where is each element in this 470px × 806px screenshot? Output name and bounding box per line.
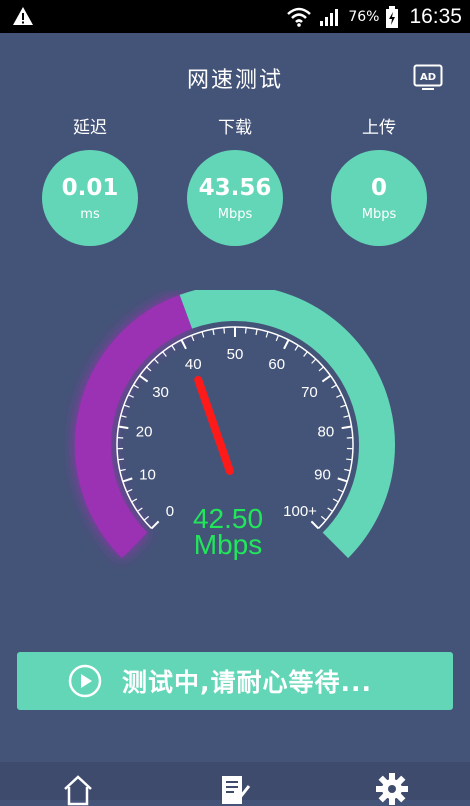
testing-status-label: 测试中,请耐心等待...	[122, 663, 372, 699]
gauge-tick	[342, 427, 352, 429]
gauge-tick	[304, 352, 308, 357]
gauge-tick	[121, 416, 127, 417]
gauge-tick	[346, 459, 352, 460]
gauge-tick	[338, 489, 344, 491]
gauge-tick	[146, 367, 151, 371]
gauge-tick	[266, 332, 268, 338]
page-title: 网速测试	[0, 62, 470, 94]
gauge-tick	[120, 469, 126, 470]
gauge-tick-label: 30	[152, 384, 169, 401]
gauge-tick	[328, 508, 333, 511]
gauge-tick-label: 90	[314, 466, 331, 483]
gauge-tick-label: 20	[136, 424, 153, 441]
gauge-tick	[118, 427, 128, 429]
upload-circle: 0 Mbps	[331, 150, 427, 246]
gauge-tick	[144, 516, 149, 520]
download-unit: Mbps	[218, 207, 253, 222]
latency-unit: ms	[80, 207, 99, 222]
wifi-icon	[286, 6, 312, 28]
home-icon[interactable]	[61, 772, 95, 806]
gauge-tick-label: 70	[301, 384, 318, 401]
download-metric: 下载 43.56 Mbps	[180, 113, 290, 246]
gauge-tick-label: 50	[227, 346, 244, 363]
gauge-tick	[343, 416, 349, 417]
gauge-tick	[331, 385, 336, 388]
gauge-tick	[311, 521, 318, 528]
gauge-tick	[338, 478, 348, 481]
gauge-readout-unit: Mbps	[194, 529, 262, 560]
gauge-tick	[246, 328, 247, 334]
download-label: 下载	[180, 113, 290, 138]
gauge-tick	[340, 405, 346, 407]
gauge-tick	[124, 405, 130, 407]
gauge-tick	[133, 385, 138, 388]
gauge-tick	[336, 395, 341, 398]
gauge-tick	[118, 459, 124, 460]
gauge-tick	[321, 516, 326, 520]
gauge-tick	[163, 352, 167, 357]
latency-label: 延迟	[35, 113, 145, 138]
upload-unit: Mbps	[362, 207, 397, 222]
gauge-tick	[312, 359, 316, 363]
gauge-tick	[154, 359, 158, 363]
gauge-tick-label: 0	[166, 503, 174, 520]
latency-metric: 延迟 0.01 ms	[35, 113, 145, 246]
gauge-tick	[333, 499, 338, 502]
gauge-tick	[172, 345, 175, 350]
gauge-tick	[319, 367, 324, 371]
gauge-tick	[202, 332, 204, 338]
gauge-tick	[140, 376, 148, 382]
gauge-tick	[192, 335, 194, 341]
ad-icon[interactable]: AD	[413, 64, 443, 92]
gauge-tick	[128, 395, 133, 398]
gauge-tick	[256, 329, 257, 335]
gauge-tick-label: 10	[139, 466, 156, 483]
speed-gauge: 0102030405060708090100+ 42.50 Mbps	[0, 290, 470, 630]
gauge-tick	[127, 489, 133, 491]
gauge-tick	[276, 335, 278, 341]
bottom-nav	[0, 762, 470, 800]
gauge-needle	[198, 380, 230, 471]
gauge-tick	[123, 478, 133, 481]
gauge-tick	[284, 340, 289, 349]
download-value: 43.56	[199, 175, 272, 201]
gauge-tick	[181, 340, 186, 349]
gauge-tick	[295, 345, 298, 350]
settings-icon[interactable]	[375, 772, 409, 806]
play-icon	[68, 664, 102, 698]
gauge-tick-label: 60	[268, 356, 285, 373]
gauge-tick	[137, 508, 142, 511]
gauge-tick	[322, 376, 330, 382]
gauge-tick	[224, 328, 225, 334]
gauge-tick	[213, 329, 214, 335]
upload-label: 上传	[324, 113, 434, 138]
gauge-tick	[152, 521, 159, 528]
upload-metric: 上传 0 Mbps	[324, 113, 434, 246]
edit-note-icon[interactable]	[218, 772, 252, 806]
signal-icon	[318, 6, 342, 28]
gauge-tick	[344, 469, 350, 470]
gauge-tick-label: 100+	[283, 503, 317, 520]
gauge-tick	[132, 499, 137, 502]
latency-value: 0.01	[62, 175, 119, 201]
testing-status-button[interactable]: 测试中,请耐心等待...	[17, 652, 453, 710]
download-circle: 43.56 Mbps	[187, 150, 283, 246]
clock: 16:35	[409, 5, 462, 29]
status-bar: 76% 16:35	[0, 0, 470, 33]
gauge-tick-label: 80	[318, 424, 335, 441]
battery-percent: 76%	[348, 9, 379, 25]
battery-icon	[385, 5, 399, 29]
warning-icon	[12, 5, 34, 27]
upload-value: 0	[371, 175, 387, 201]
latency-circle: 0.01 ms	[42, 150, 138, 246]
ad-label: AD	[420, 72, 436, 83]
gauge-tick-label: 40	[185, 356, 202, 373]
